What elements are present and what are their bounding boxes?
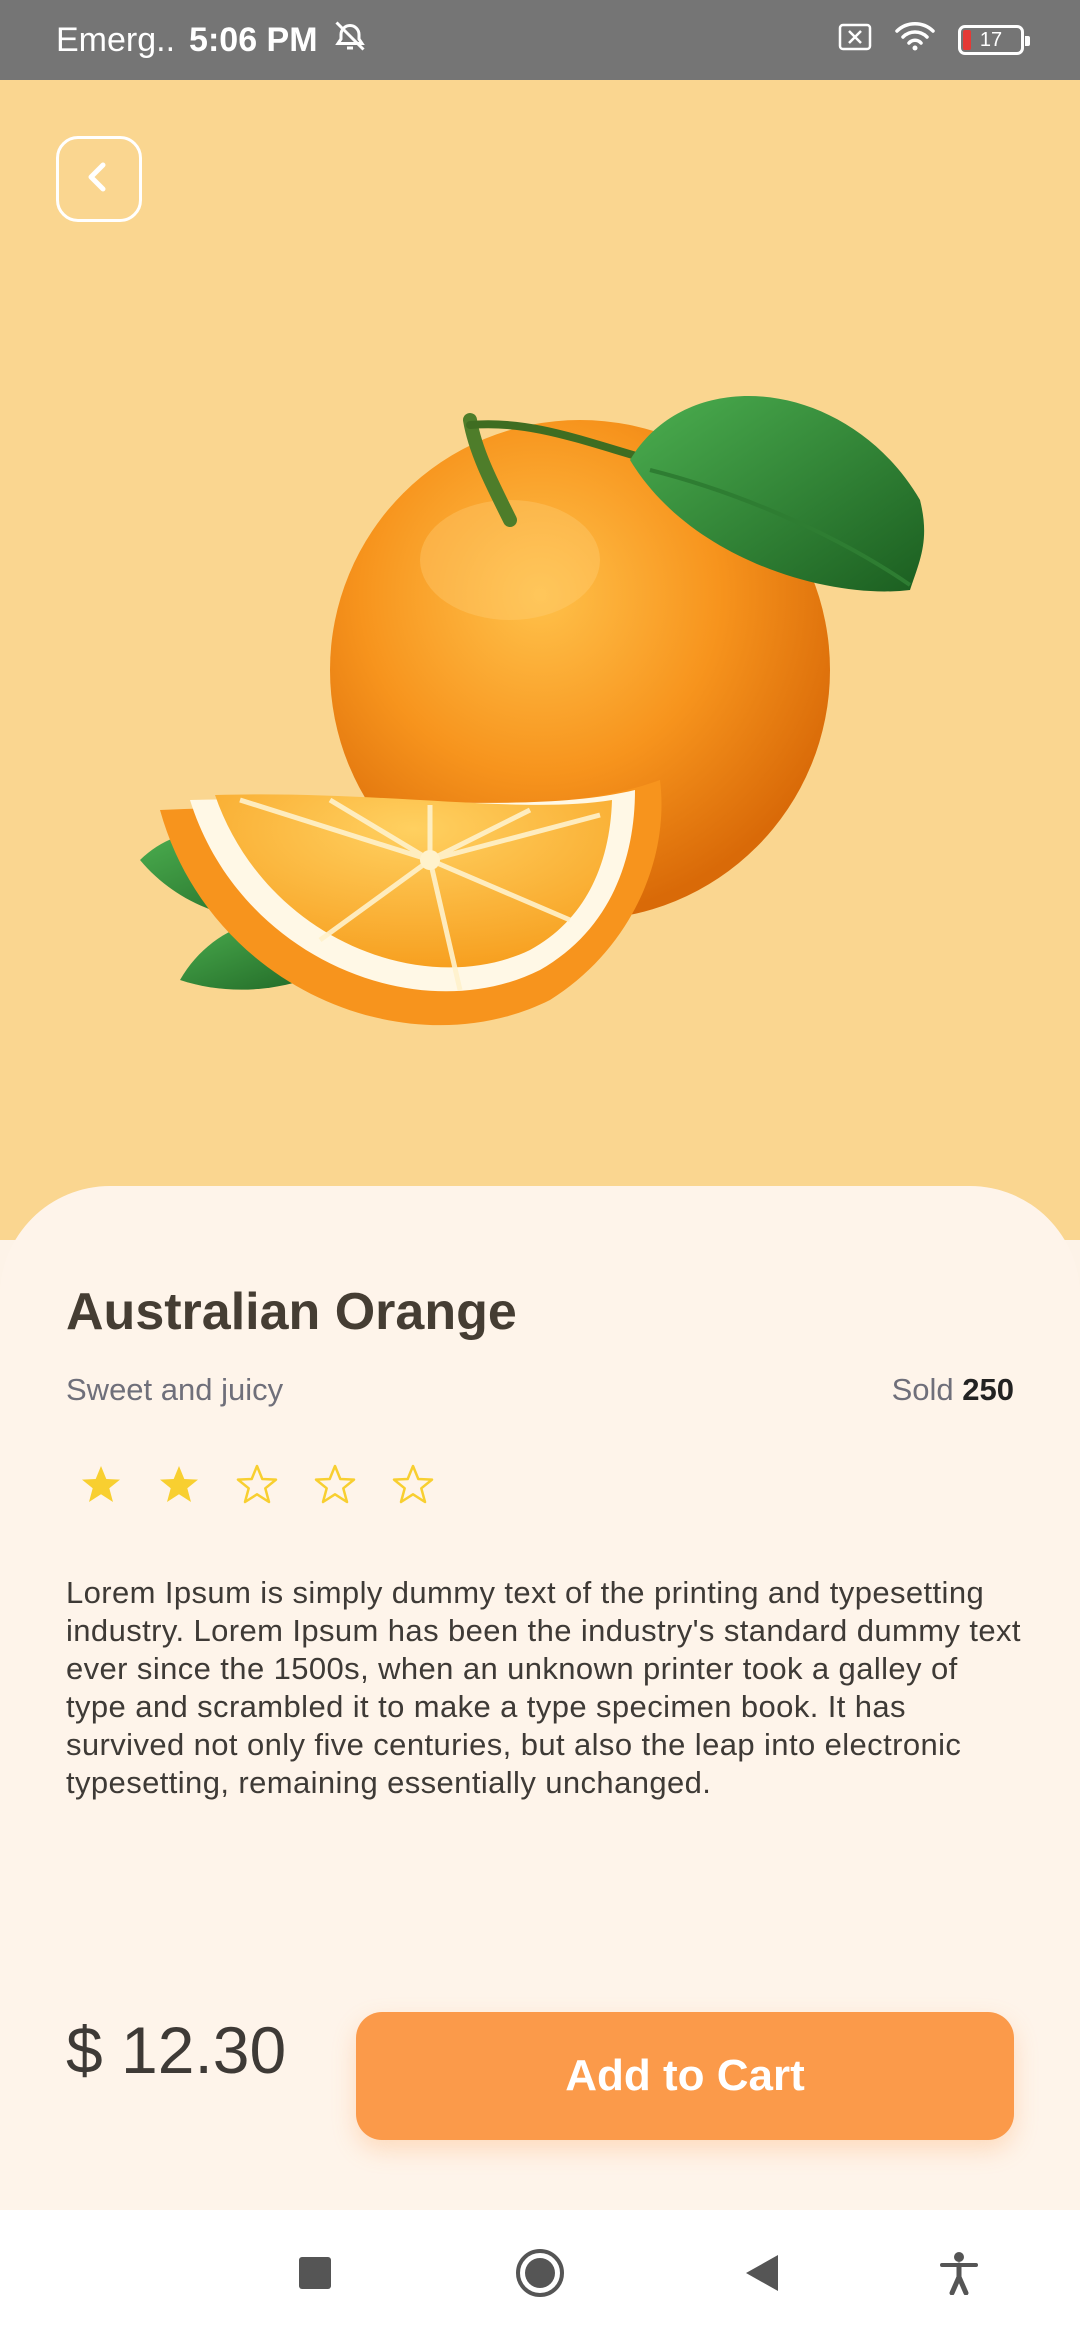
- accessibility-button[interactable]: [936, 2251, 982, 2300]
- accessibility-icon: [939, 2251, 979, 2300]
- system-nav-bar: [0, 2210, 1080, 2340]
- wifi-icon: [894, 20, 936, 61]
- recents-button[interactable]: [292, 2252, 338, 2298]
- star-filled-icon[interactable]: [158, 1464, 200, 1506]
- product-subtitle: Sweet and juicy: [66, 1372, 284, 1407]
- alarm-off-icon: [332, 18, 368, 63]
- orange-product-image: [140, 395, 925, 1026]
- back-nav-button[interactable]: [738, 2252, 784, 2298]
- square-icon: [298, 2256, 332, 2295]
- sim-off-icon: [838, 21, 872, 60]
- circle-icon: [515, 2248, 565, 2303]
- star-empty-icon[interactable]: [236, 1464, 278, 1506]
- sold-label: Sold: [891, 1372, 954, 1407]
- product-hero: [0, 80, 1080, 1240]
- status-bar: Emerg.. 5:06 PM 17: [0, 0, 1080, 80]
- battery-level: 17: [979, 28, 1003, 51]
- battery-icon: 17: [958, 25, 1030, 55]
- add-to-cart-button[interactable]: Add to Cart: [356, 2012, 1014, 2140]
- status-carrier: Emerg..: [56, 20, 176, 59]
- triangle-left-icon: [742, 2253, 780, 2298]
- star-empty-icon[interactable]: [314, 1464, 356, 1506]
- battery-fill: [963, 30, 971, 50]
- status-left: Emerg.. 5:06 PM: [56, 18, 368, 63]
- status-right: 17: [838, 20, 1030, 61]
- home-button[interactable]: [516, 2248, 564, 2298]
- star-filled-icon[interactable]: [80, 1464, 122, 1506]
- back-button[interactable]: [56, 136, 142, 222]
- product-description: Lorem Ipsum is simply dummy text of the …: [66, 1575, 1021, 1800]
- chevron-left-icon: [79, 157, 119, 202]
- star-rating[interactable]: [80, 1464, 434, 1506]
- sold-count: 250: [962, 1372, 1014, 1407]
- star-empty-icon[interactable]: [392, 1464, 434, 1506]
- status-time: 5:06 PM: [189, 20, 318, 59]
- product-title: Australian Orange: [66, 1283, 517, 1341]
- sold-info: Sold 250: [892, 1372, 1014, 1408]
- product-price: $ 12.30: [66, 2013, 287, 2087]
- product-details-sheet: Australian Orange Sweet and juicy Sold 2…: [0, 1186, 1080, 2210]
